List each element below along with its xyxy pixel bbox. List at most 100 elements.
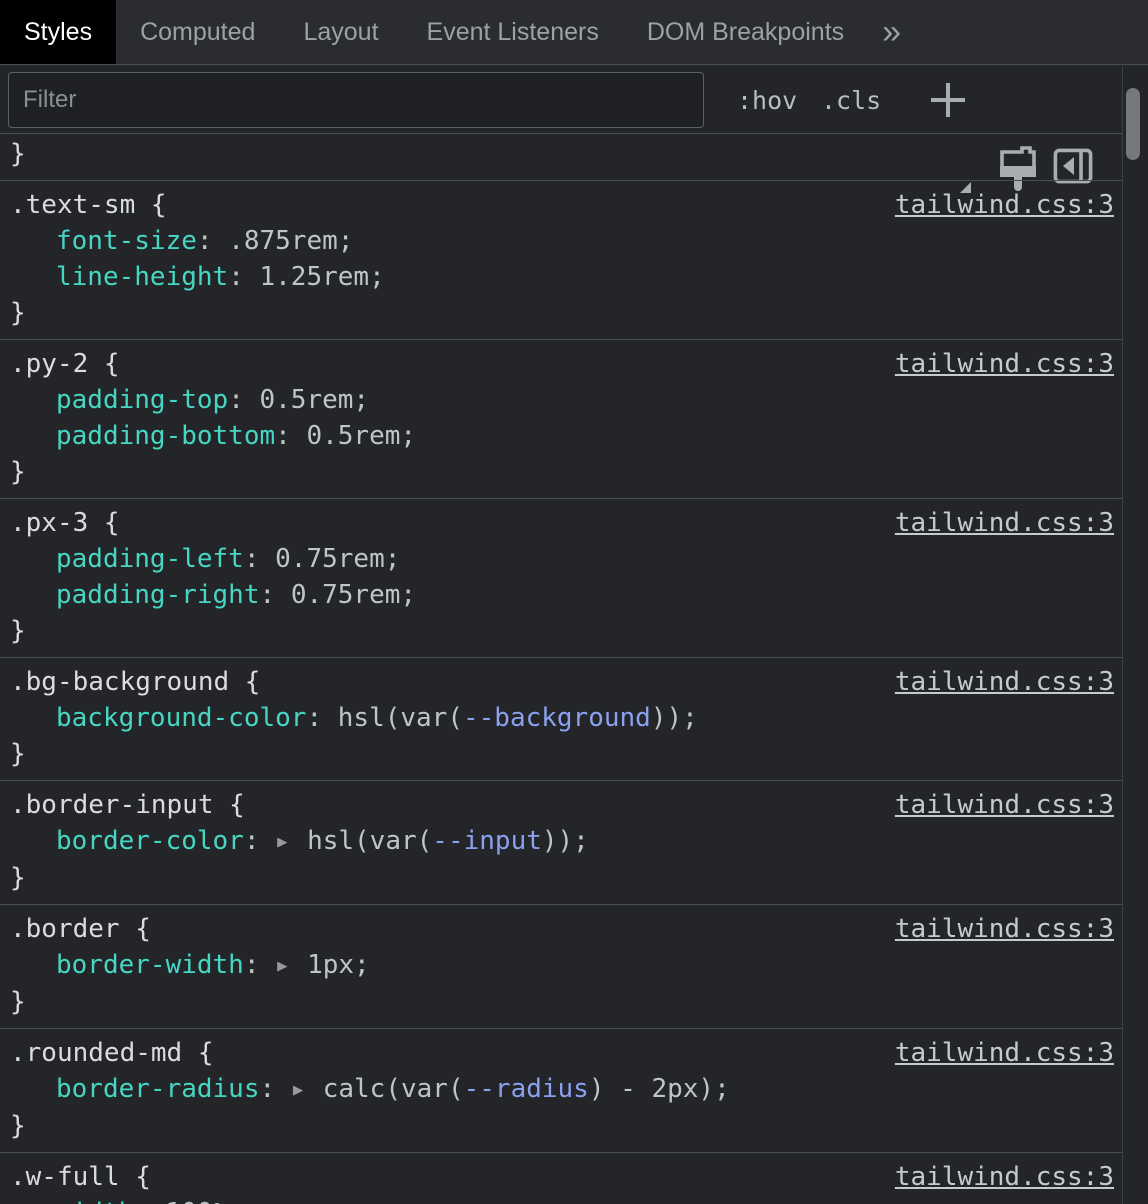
property-colon: : — [197, 226, 228, 256]
source-link[interactable]: tailwind.css:3 — [895, 1035, 1114, 1071]
property-name[interactable]: border-radius — [56, 1074, 260, 1104]
closing-brace: } — [10, 1108, 1112, 1144]
property-name[interactable]: font-size — [56, 226, 197, 256]
property-name[interactable]: padding-top — [56, 385, 228, 415]
tab-event-listeners[interactable]: Event Listeners — [403, 0, 623, 64]
property-colon: : — [275, 421, 306, 451]
more-tabs-icon[interactable]: » — [868, 0, 915, 64]
expand-longhands-icon[interactable]: ▶ — [293, 1072, 303, 1108]
scrollbar-thumb[interactable] — [1126, 88, 1140, 160]
css-declaration: border-color: ▶ hsl(var(--input)); — [10, 823, 1112, 860]
tab-styles[interactable]: Styles — [0, 0, 116, 64]
property-colon: : — [244, 544, 275, 574]
property-value[interactable]: 0.75rem; — [291, 580, 416, 610]
property-name[interactable]: padding-right — [56, 580, 260, 610]
source-link[interactable]: tailwind.css:3 — [895, 787, 1114, 823]
rule-selector[interactable]: .w-full — [10, 1162, 120, 1192]
css-declaration: border-radius: ▶ calc(var(--radius) - 2p… — [10, 1071, 1112, 1108]
css-rules-list: }tailwind.css:3.text-sm {font-size: .875… — [0, 134, 1122, 1204]
opening-brace: { — [120, 914, 151, 944]
property-value[interactable]: hsl(var(--input)); — [307, 826, 589, 856]
property-value[interactable]: 1px; — [307, 950, 370, 980]
css-declaration: background-color: hsl(var(--background))… — [10, 700, 1112, 736]
source-link[interactable]: tailwind.css:3 — [895, 187, 1114, 223]
css-rule: tailwind.css:3.bg-background {background… — [0, 658, 1122, 781]
property-value[interactable]: 1.25rem; — [260, 262, 385, 292]
closing-brace: } — [10, 136, 1112, 172]
property-value[interactable]: calc(var(--radius) - 2px); — [323, 1074, 730, 1104]
rule-selector[interactable]: .border — [10, 914, 120, 944]
source-link[interactable]: tailwind.css:3 — [895, 346, 1114, 382]
property-value[interactable]: 100%; — [166, 1198, 244, 1204]
opening-brace: { — [214, 790, 245, 820]
property-colon: : — [134, 1198, 165, 1204]
rule-selector[interactable]: .px-3 — [10, 508, 88, 538]
property-colon: : — [244, 950, 275, 980]
property-value[interactable]: 0.75rem; — [275, 544, 400, 574]
source-link[interactable]: tailwind.css:3 — [895, 505, 1114, 541]
css-rule: tailwind.css:3.rounded-md {border-radius… — [0, 1029, 1122, 1153]
element-class-toggle[interactable]: .cls — [821, 66, 881, 134]
property-name[interactable]: border-color — [56, 826, 244, 856]
rule-selector[interactable]: .py-2 — [10, 349, 88, 379]
closing-brace: } — [10, 860, 1112, 896]
property-name[interactable]: padding-left — [56, 544, 244, 574]
opening-brace: { — [182, 1038, 213, 1068]
tab-layout[interactable]: Layout — [279, 0, 402, 64]
property-colon: : — [306, 703, 337, 733]
property-name[interactable]: background-color — [56, 703, 306, 733]
property-name[interactable]: padding-bottom — [56, 421, 275, 451]
styles-toolbar: :hov .cls — [0, 66, 1148, 134]
css-declaration: padding-bottom: 0.5rem; — [10, 418, 1112, 454]
css-variable-name[interactable]: --background — [463, 703, 651, 733]
css-rule: } — [0, 134, 1122, 181]
opening-brace: { — [88, 508, 119, 538]
css-declaration: font-size: .875rem; — [10, 223, 1112, 259]
property-name[interactable]: width — [56, 1198, 134, 1204]
closing-brace: } — [10, 295, 1112, 331]
css-rule: tailwind.css:3.px-3 {padding-left: 0.75r… — [0, 499, 1122, 658]
property-colon: : — [260, 580, 291, 610]
css-rule: tailwind.css:3.w-full {width: 100%;} — [0, 1153, 1122, 1204]
css-rule: tailwind.css:3.text-sm {font-size: .875r… — [0, 181, 1122, 340]
opening-brace: { — [229, 667, 260, 697]
css-declaration: width: 100%; — [10, 1195, 1112, 1204]
tab-dom-breakpoints[interactable]: DOM Breakpoints — [623, 0, 868, 64]
rule-selector[interactable]: .rounded-md — [10, 1038, 182, 1068]
property-value[interactable]: 0.5rem; — [306, 421, 416, 451]
source-link[interactable]: tailwind.css:3 — [895, 1159, 1114, 1195]
rule-selector[interactable]: .text-sm — [10, 190, 135, 220]
css-declaration: border-width: ▶ 1px; — [10, 947, 1112, 984]
tab-computed[interactable]: Computed — [116, 0, 279, 64]
closing-brace: } — [10, 736, 1112, 772]
rule-selector[interactable]: .border-input — [10, 790, 214, 820]
closing-brace: } — [10, 454, 1112, 490]
new-style-rule-icon[interactable] — [926, 78, 970, 122]
property-colon: : — [260, 1074, 291, 1104]
property-name[interactable]: line-height — [56, 262, 228, 292]
property-colon: : — [228, 262, 259, 292]
closing-brace: } — [10, 984, 1112, 1020]
property-colon: : — [228, 385, 259, 415]
css-declaration: padding-left: 0.75rem; — [10, 541, 1112, 577]
css-rule: tailwind.css:3.border {border-width: ▶ 1… — [0, 905, 1122, 1029]
source-link[interactable]: tailwind.css:3 — [895, 911, 1114, 947]
property-name[interactable]: border-width — [56, 950, 244, 980]
filter-input[interactable] — [8, 72, 704, 128]
css-variable-name[interactable]: --radius — [464, 1074, 589, 1104]
pseudo-state-toggle[interactable]: :hov — [737, 66, 797, 134]
rule-selector[interactable]: .bg-background — [10, 667, 229, 697]
expand-longhands-icon[interactable]: ▶ — [277, 824, 287, 860]
css-variable-name[interactable]: --input — [432, 826, 542, 856]
opening-brace: { — [135, 190, 166, 220]
opening-brace: { — [120, 1162, 151, 1192]
css-declaration: padding-top: 0.5rem; — [10, 382, 1112, 418]
scrollbar-track[interactable] — [1122, 66, 1148, 1204]
expand-longhands-icon[interactable]: ▶ — [277, 948, 287, 984]
property-value[interactable]: 0.5rem; — [260, 385, 370, 415]
property-value[interactable]: .875rem; — [228, 226, 353, 256]
source-link[interactable]: tailwind.css:3 — [895, 664, 1114, 700]
property-value[interactable]: hsl(var(--background)); — [338, 703, 698, 733]
css-declaration: padding-right: 0.75rem; — [10, 577, 1112, 613]
property-colon: : — [244, 826, 275, 856]
